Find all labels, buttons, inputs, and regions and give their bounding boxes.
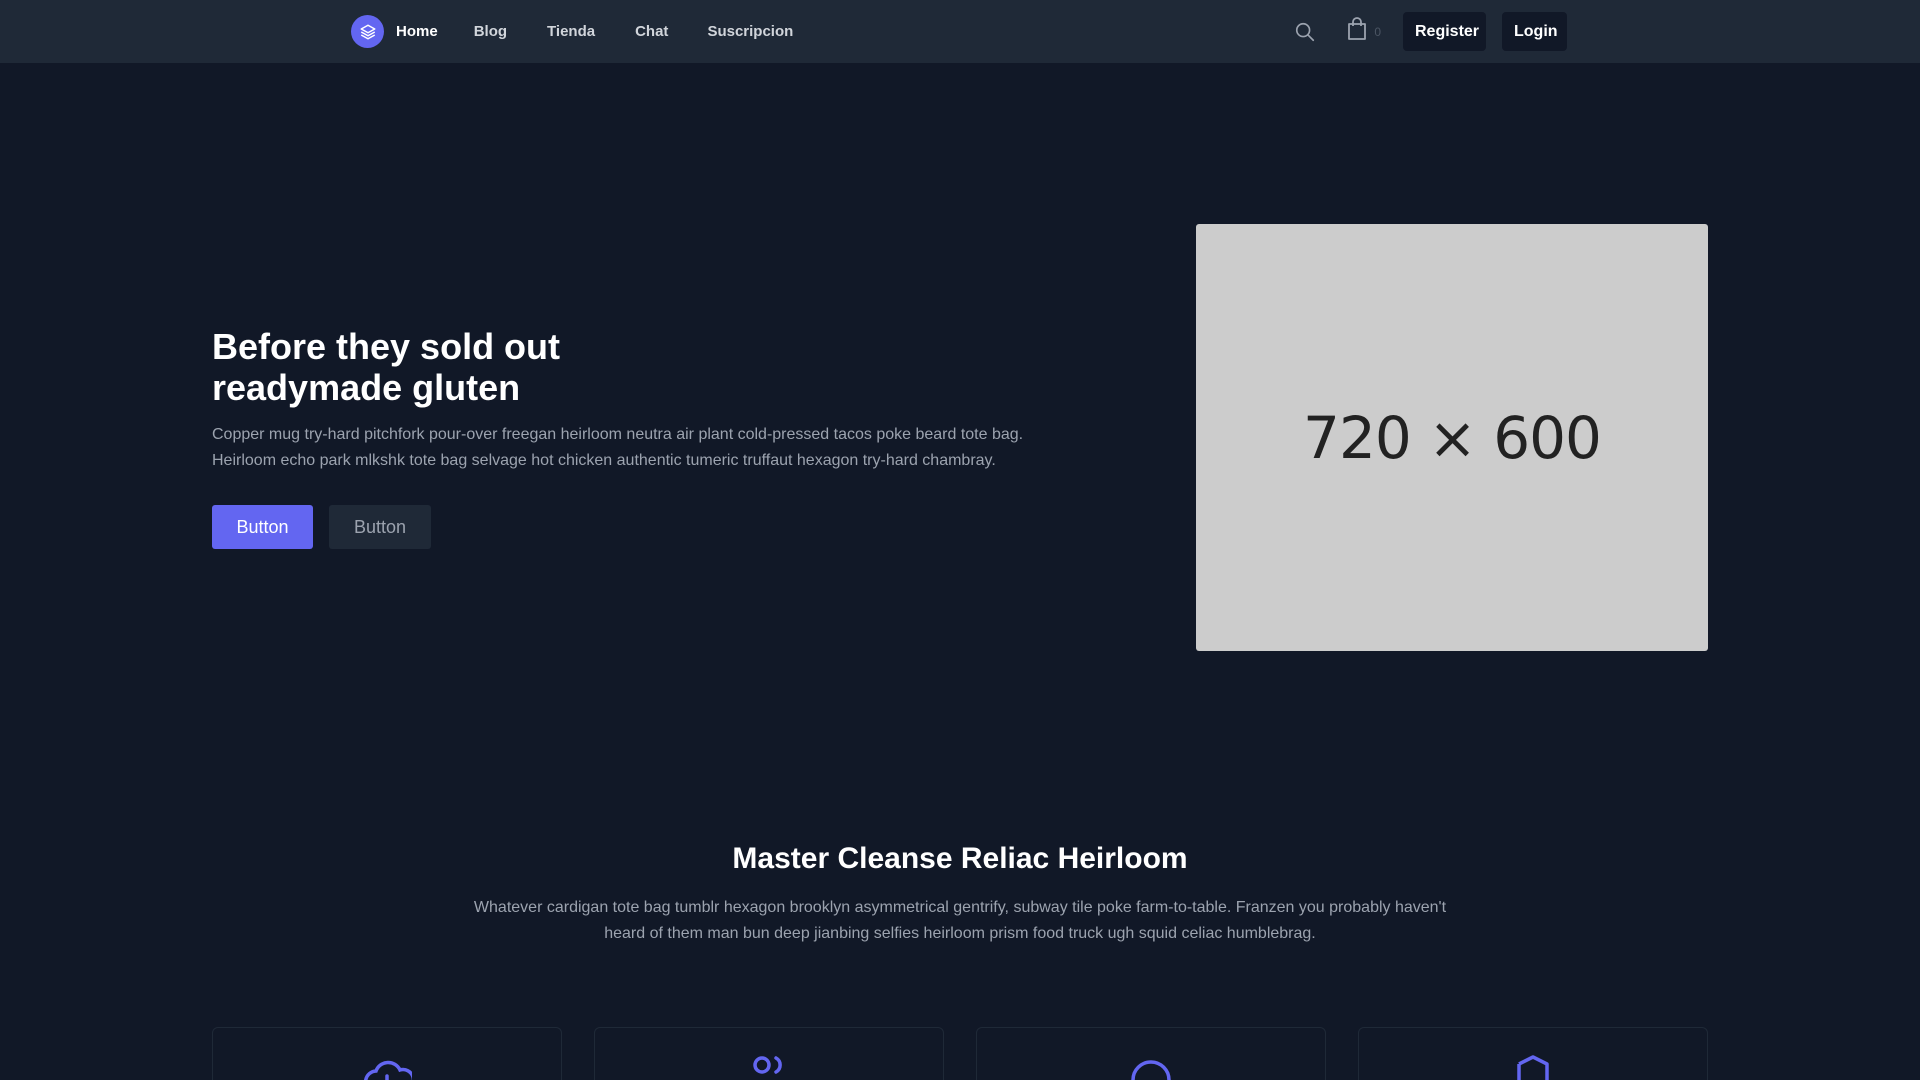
feature-card bbox=[594, 1027, 944, 1080]
secondary-button[interactable]: Button bbox=[329, 505, 431, 549]
register-button[interactable]: Register bbox=[1403, 12, 1486, 51]
nav-link-blog[interactable]: Blog bbox=[474, 23, 507, 40]
hero-description: Copper mug try-hard pitchfork pour-over … bbox=[212, 426, 1024, 469]
feature-card bbox=[1358, 1027, 1708, 1080]
hero-title: Before they sold out readymade gluten bbox=[212, 326, 732, 408]
search-icon[interactable] bbox=[1294, 21, 1316, 43]
feature-card bbox=[976, 1027, 1326, 1080]
hero-title-line-2: readymade gluten bbox=[212, 367, 521, 408]
feature-card bbox=[212, 1027, 562, 1080]
nav-link-tienda[interactable]: Tienda bbox=[547, 23, 595, 40]
features-description: Whatever cardigan tote bag tumblr hexago… bbox=[473, 899, 1447, 942]
cart-count: 0 bbox=[1374, 24, 1381, 39]
nav-links: Home Blog Tienda Chat Suscripcion bbox=[396, 23, 793, 40]
users-icon bbox=[751, 1054, 787, 1080]
cart-button[interactable]: 0 bbox=[1346, 17, 1381, 46]
shopping-bag-icon bbox=[1346, 17, 1368, 46]
navbar-inner: Home Blog Tienda Chat Suscripcion 0 Regi… bbox=[351, 0, 1567, 63]
login-button[interactable]: Login bbox=[1502, 12, 1567, 51]
navbar: Home Blog Tienda Chat Suscripcion 0 Regi… bbox=[0, 0, 1920, 63]
cloud-download-icon bbox=[362, 1054, 416, 1080]
image-placeholder-label: 720 × 600 bbox=[1303, 403, 1602, 472]
nav-link-home[interactable]: Home bbox=[396, 23, 438, 40]
nav-link-suscripcion[interactable]: Suscripcion bbox=[707, 23, 793, 40]
nav-link-chat[interactable]: Chat bbox=[635, 23, 668, 40]
primary-button[interactable]: Button bbox=[212, 505, 313, 549]
hero-image-placeholder: 720 × 600 bbox=[1196, 224, 1708, 651]
hero-title-line-1: Before they sold out bbox=[212, 326, 561, 367]
layers-icon[interactable] bbox=[351, 15, 384, 48]
shield-icon bbox=[1515, 1054, 1551, 1080]
features-title: Master Cleanse Reliac Heirloom bbox=[732, 842, 1188, 875]
nav-actions: 0 Register Login bbox=[1294, 12, 1567, 51]
circle-icon bbox=[1130, 1054, 1172, 1080]
